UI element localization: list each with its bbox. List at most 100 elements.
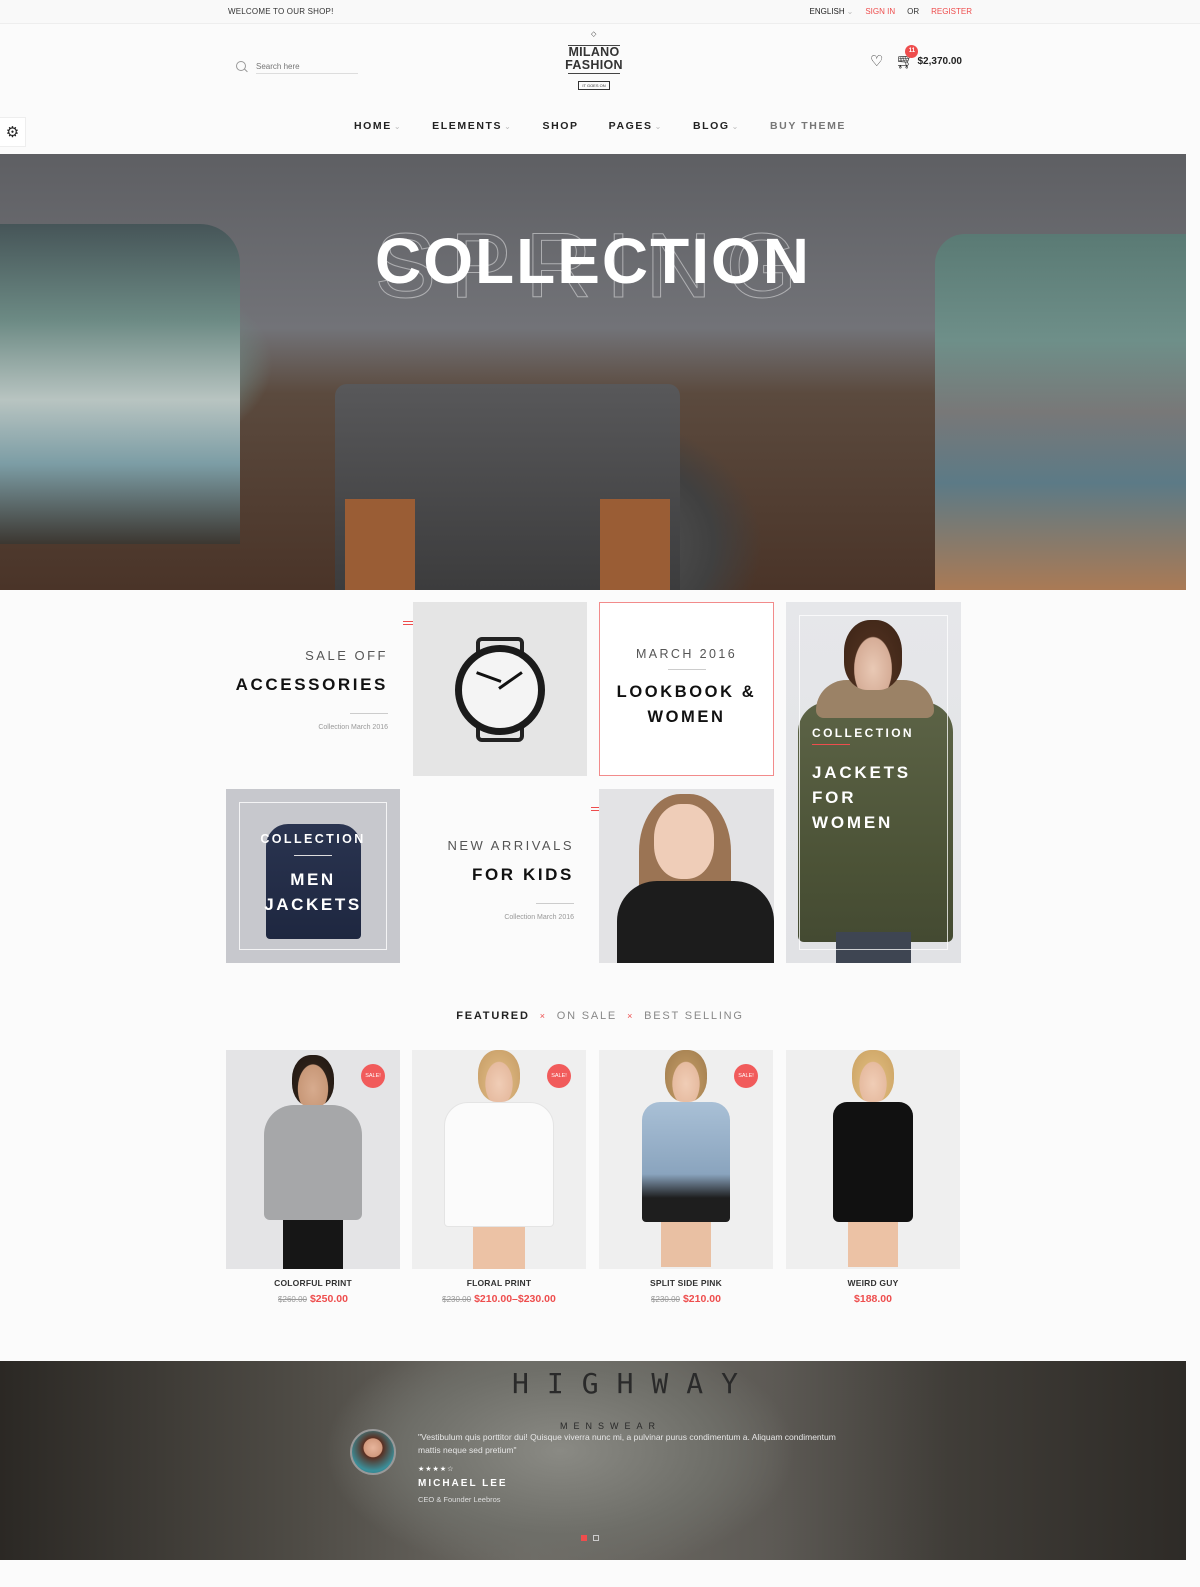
promo-lookbook[interactable]: MARCH 2016 LOOKBOOK & WOMEN — [599, 602, 774, 776]
promo-title: JACKETS FOR WOMEN — [812, 760, 911, 835]
welcome-text: WELCOME TO OUR SHOP! — [228, 7, 334, 16]
divider — [812, 744, 850, 745]
heart-icon[interactable]: ♡ — [870, 54, 883, 69]
model-figure — [264, 1055, 362, 1269]
product-name[interactable]: WEIRD GUY — [786, 1278, 960, 1288]
product-card[interactable]: SALE! FLORAL PRINT $230.00 $210.00–$230.0… — [412, 1050, 586, 1305]
logo-rule — [568, 73, 620, 74]
or-text: OR — [907, 7, 920, 16]
product-name[interactable]: COLORFUL PRINT — [226, 1278, 400, 1288]
store-sign-text: HIGHWAY — [512, 1367, 757, 1400]
tab-featured[interactable]: FEATURED — [456, 1010, 529, 1022]
product-card[interactable]: SALE! SPLIT SIDE PINK $230.00 $210.00 — [599, 1050, 773, 1305]
nav-label: BLOG — [692, 120, 730, 132]
cart-count-badge: 11 — [905, 45, 919, 58]
promo-kicker: NEW ARRIVALS — [447, 838, 574, 853]
promo-subtitle: Collection March 2016 — [504, 914, 574, 921]
tab-best-selling[interactable]: BEST SELLING — [644, 1010, 744, 1022]
logo-tagline: IT GOES ON — [578, 81, 610, 90]
promo-title-line1: LOOKBOOK & — [616, 683, 757, 701]
top-bar: WELCOME TO OUR SHOP! ENGLISH SIGN IN OR … — [0, 0, 1200, 24]
header-actions: ♡ 🛒︎ 11 $2,370.00 — [870, 45, 963, 69]
promo-title-line2: JACKETS — [264, 895, 362, 914]
promo-kicker: COLLECTION — [260, 832, 366, 846]
nav-item-pages[interactable]: PAGES ⌄ — [609, 120, 663, 132]
model-top — [642, 1102, 730, 1222]
nav-item-home[interactable]: HOME ⌄ — [354, 120, 402, 132]
store-sign-subtext: MENSWEAR — [560, 1421, 662, 1431]
promo-kicker: MARCH 2016 — [635, 647, 738, 661]
register-link[interactable]: REGISTER — [931, 7, 972, 16]
divider — [350, 713, 388, 714]
tab-on-sale[interactable]: ON SALE — [557, 1010, 617, 1022]
product-image[interactable]: SALE! — [412, 1050, 586, 1269]
nav-item-shop[interactable]: SHOP — [542, 120, 578, 132]
promo-title: FOR KIDS — [471, 865, 574, 884]
product-image[interactable] — [786, 1050, 960, 1269]
tab-separator-icon: × — [627, 1011, 635, 1021]
search-input[interactable] — [256, 60, 358, 74]
product-name[interactable]: SPLIT SIDE PINK — [599, 1278, 773, 1288]
hero-banner[interactable]: SPRING COLLECTION — [0, 154, 1186, 590]
promo-accessories[interactable]: SALE OFF ACCESSORIES Collection March 20… — [226, 648, 388, 731]
promo-kid-image[interactable] — [599, 789, 774, 963]
sign-in-link[interactable]: SIGN IN — [865, 7, 895, 16]
kid-jacket — [617, 881, 774, 963]
search-icon[interactable] — [236, 61, 248, 73]
nav-label: BUY THEME — [769, 120, 847, 132]
promo-kids[interactable]: NEW ARRIVALS FOR KIDS Collection March 2… — [412, 838, 574, 921]
model-torso — [264, 1105, 362, 1220]
model-head — [852, 1050, 894, 1102]
logo[interactable]: MILANO FASHION IT GOES ON — [562, 30, 626, 92]
model-head — [665, 1050, 707, 1102]
product-card[interactable]: WEIRD GUY $188.00 — [786, 1050, 960, 1305]
promo-kicker: SALE OFF — [305, 648, 388, 663]
carousel-dots — [581, 1535, 599, 1541]
nav-label: SHOP — [542, 120, 579, 132]
carousel-dot-2[interactable] — [593, 1535, 599, 1541]
chevron-down-icon: ⌄ — [393, 121, 403, 131]
promo-men-jackets[interactable]: COLLECTION MEN JACKETS — [226, 789, 400, 963]
hero-title: COLLECTION — [375, 225, 811, 297]
product-image[interactable]: SALE! — [226, 1050, 400, 1269]
kid-face — [654, 804, 714, 879]
cart-total: $2,370.00 — [917, 56, 963, 67]
watch-face — [455, 645, 545, 735]
language-selector[interactable]: ENGLISH — [809, 7, 853, 16]
hero-bag-strap — [345, 499, 415, 590]
nav-label: ELEMENTS — [432, 120, 503, 132]
current-price: $210.00–$230.00 — [474, 1293, 556, 1305]
product-price: $230.00 $210.00 — [599, 1293, 773, 1305]
carousel-dot-1[interactable] — [581, 1535, 587, 1541]
product-card[interactable]: SALE! COLORFUL PRINT $260.00 $250.00 — [226, 1050, 400, 1305]
divider — [536, 903, 574, 904]
product-image[interactable]: SALE! — [599, 1050, 773, 1269]
model-outfit — [833, 1102, 913, 1222]
cart-button[interactable]: 🛒︎ 11 $2,370.00 — [895, 45, 963, 69]
star-rating-icon: ★★★★☆ — [418, 1466, 455, 1473]
product-tabs: FEATURED × ON SALE × BEST SELLING — [0, 1010, 1200, 1022]
promo-watch-image[interactable] — [413, 602, 587, 776]
sale-badge: SALE! — [547, 1064, 571, 1088]
tab-separator-icon: × — [539, 1011, 547, 1021]
current-price: $250.00 — [309, 1293, 348, 1305]
nav-item-elements[interactable]: ELEMENTS ⌄ — [432, 120, 512, 132]
testimonial-author: MICHAEL LEE — [418, 1478, 508, 1489]
chevron-down-icon: ⌄ — [731, 121, 740, 131]
logo-ornament — [568, 30, 620, 46]
nav-item-buy-theme[interactable]: BUY THEME — [770, 120, 846, 132]
product-name[interactable]: FLORAL PRINT — [412, 1278, 586, 1288]
nav-label: HOME — [353, 120, 392, 132]
account-links: ENGLISH SIGN IN OR REGISTER — [809, 7, 972, 16]
model-legs — [848, 1222, 898, 1267]
hero-bag-strap — [600, 499, 670, 590]
product-price: $230.00 $210.00–$230.00 — [412, 1293, 586, 1305]
promo-subtitle: Collection March 2016 — [318, 724, 388, 731]
promo-title: ACCESSORIES — [235, 675, 388, 694]
model-legs — [661, 1222, 711, 1267]
nav-item-blog[interactable]: BLOG ⌄ — [693, 120, 740, 132]
logo-line2: FASHION — [565, 58, 623, 72]
promo-jackets-women[interactable]: COLLECTION JACKETS FOR WOMEN — [786, 602, 961, 963]
model-head — [292, 1055, 334, 1107]
chevron-down-icon: ⌄ — [504, 121, 513, 131]
